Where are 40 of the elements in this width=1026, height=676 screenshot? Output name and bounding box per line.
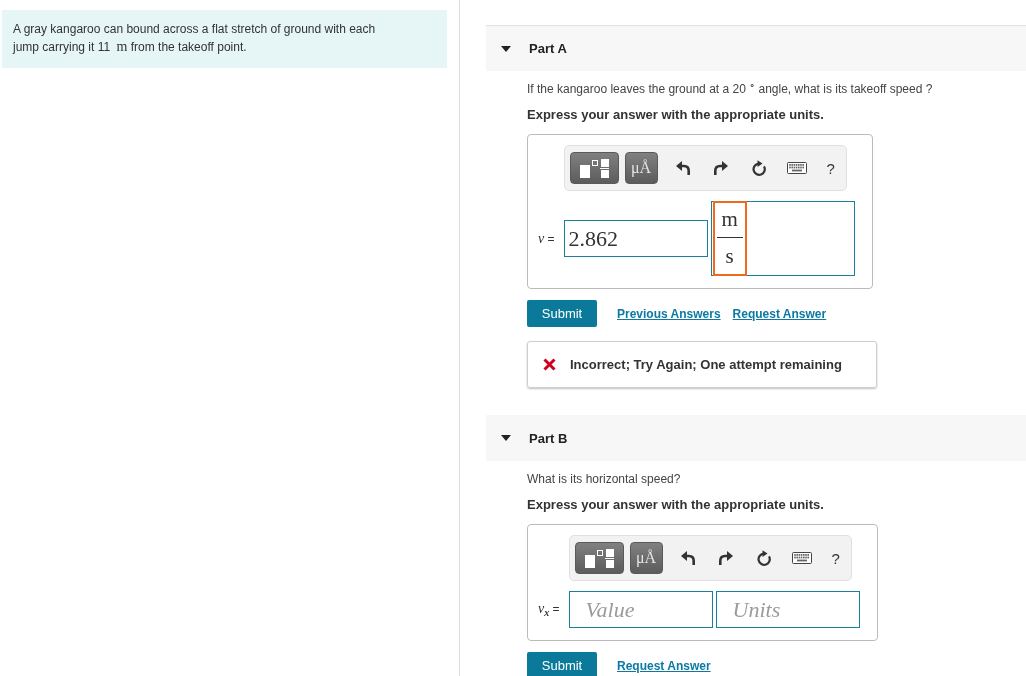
link[interactable]: Previous Answers	[617, 306, 721, 321]
instruction-text: Express your answer with the appropriate units.	[527, 497, 825, 513]
help-button[interactable]: ?	[824, 159, 837, 177]
unit-denominator: s	[725, 243, 734, 270]
unit-numerator: m	[721, 206, 738, 233]
reset-icon[interactable]	[755, 550, 772, 566]
units-button[interactable]: μÅ	[624, 152, 658, 184]
part-header[interactable]: Part B	[486, 415, 1026, 461]
keyboard-icon[interactable]	[791, 552, 812, 564]
templates-button[interactable]	[569, 152, 619, 184]
undo-icon[interactable]	[680, 551, 695, 565]
variable-label: v =	[538, 230, 555, 247]
templates-button[interactable]	[574, 542, 624, 574]
submit-button[interactable]: Submit	[527, 652, 597, 676]
help-button[interactable]: ?	[829, 549, 842, 567]
redo-icon[interactable]	[718, 551, 733, 565]
question-text: If the kangaroo leaves the ground at a 20 $^{∘}$ angle, what is its takeoff speed ?	[527, 81, 934, 97]
problem-statement: A gray kangaroo can bound across a flat stretch of ground with each jump carrying it 11 m from the takeoff point.	[2, 10, 447, 68]
part-title: Part B	[529, 430, 568, 446]
units-field[interactable]: m s	[710, 201, 855, 276]
reset-icon[interactable]	[750, 160, 767, 176]
question-text: What is its horizontal speed?	[527, 471, 682, 487]
part-header[interactable]: Part A	[486, 25, 1026, 71]
fraction-template-icon	[584, 548, 614, 568]
variable-label: v$_{x}$ =	[538, 600, 560, 619]
feedback-text: Incorrect; Try Again; One attempt remaining	[570, 357, 842, 372]
value-field[interactable]: 2.862	[563, 220, 708, 257]
units-button[interactable]: μÅ	[629, 542, 663, 574]
instruction-text: Express your answer with the appropriate units.	[527, 107, 825, 123]
part-title: Part A	[529, 41, 567, 56]
fraction-template-icon	[579, 158, 609, 178]
link[interactable]: Request Answer	[617, 658, 711, 673]
unit-fraction[interactable]: m s	[712, 201, 747, 276]
undo-icon[interactable]	[675, 161, 690, 175]
keyboard-icon[interactable]	[786, 162, 807, 174]
units-field[interactable]: Units	[715, 591, 860, 628]
submit-button[interactable]: Submit	[527, 300, 597, 327]
link[interactable]: Request Answer	[732, 306, 827, 321]
redo-icon[interactable]	[713, 161, 728, 175]
value-field[interactable]: Value	[568, 591, 713, 628]
